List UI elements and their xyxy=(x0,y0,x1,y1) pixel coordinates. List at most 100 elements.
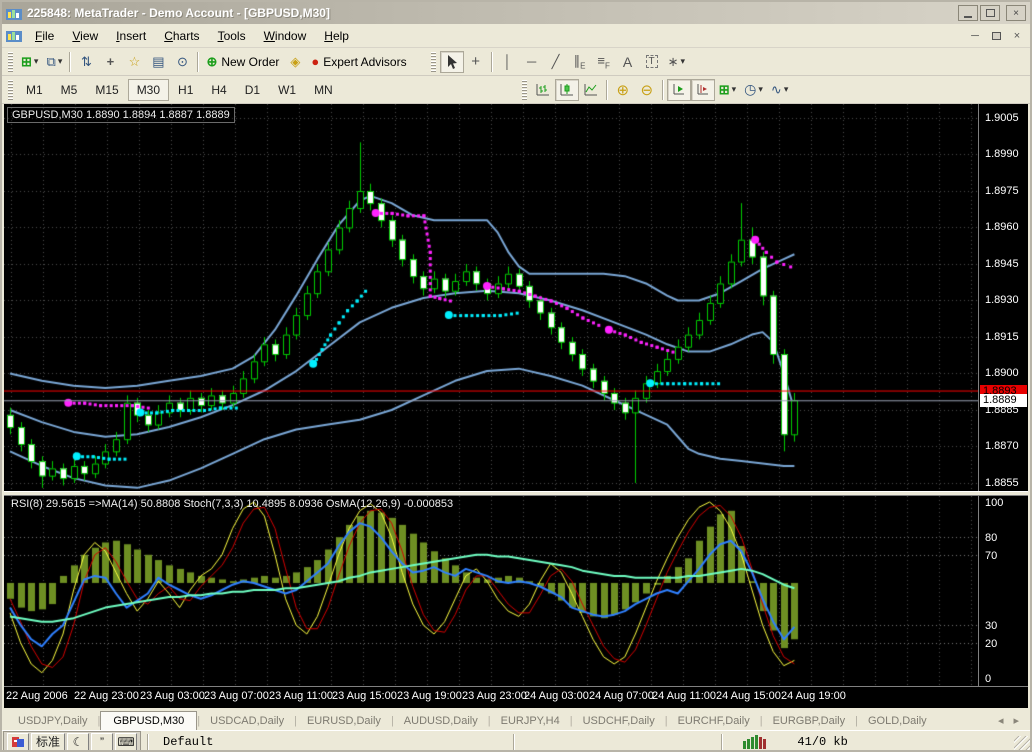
mdi-restore-button[interactable] xyxy=(987,28,1005,43)
toolbar-separator xyxy=(197,52,199,72)
timeframe-mn[interactable]: MN xyxy=(305,79,342,101)
timeframe-d1[interactable]: D1 xyxy=(236,79,269,101)
time-axis[interactable]: 22 Aug 200622 Aug 23:0023 Aug 03:0023 Au… xyxy=(4,686,1028,706)
close-button[interactable]: × xyxy=(1006,5,1026,21)
ime-punctuation-button[interactable]: ” xyxy=(91,733,113,751)
ime-language-button[interactable] xyxy=(7,733,29,751)
terminal-button[interactable]: ▤ xyxy=(146,51,170,73)
tab-eurchf-daily[interactable]: EURCHF,Daily xyxy=(668,712,760,730)
new-chart-button[interactable]: ⊞▾ xyxy=(17,51,42,73)
toolbar-grip[interactable] xyxy=(8,52,13,72)
app-logo-icon xyxy=(6,6,22,20)
tab-scroll-left-icon[interactable]: ◂ xyxy=(993,714,1009,730)
indicator-axis-label: 70 xyxy=(985,550,997,562)
price-axis-label: 1.8960 xyxy=(985,221,1019,233)
crosshair-tool-button[interactable]: + xyxy=(464,51,488,73)
menu-file[interactable]: File xyxy=(26,26,63,46)
menu-insert[interactable]: Insert xyxy=(107,26,155,46)
menu-tools[interactable]: Tools xyxy=(209,26,255,46)
periods-button[interactable]: ◷▾ xyxy=(740,79,767,101)
menu-help[interactable]: Help xyxy=(315,26,358,46)
toolbar-grip[interactable] xyxy=(522,80,527,100)
timeframe-m30[interactable]: M30 xyxy=(128,79,169,101)
indicator-axis[interactable]: 100807030200 xyxy=(978,496,1028,686)
mdi-close-button[interactable]: × xyxy=(1008,28,1026,43)
text-tool-button[interactable]: A xyxy=(616,51,640,73)
menu-window[interactable]: Window xyxy=(255,26,316,46)
text-label-tool-button[interactable]: T xyxy=(640,51,664,73)
menu-bar: FileViewInsertChartsToolsWindowHelp ─ × xyxy=(2,24,1030,48)
ime-softkeyboard-button[interactable]: ⌨ xyxy=(115,733,137,751)
timeframe-buttons: M1M5M15M30H1H4D1W1MN xyxy=(17,79,342,101)
timeframe-m1[interactable]: M1 xyxy=(17,79,52,101)
main-price-pane: GBPUSD,M30 1.8890 1.8894 1.8887 1.8889 xyxy=(4,104,978,491)
restore-button[interactable] xyxy=(980,5,1000,21)
minimize-button[interactable] xyxy=(958,5,978,21)
toolbar-grip[interactable] xyxy=(431,52,436,72)
price-axis[interactable]: 1.90051.89901.89751.89601.89451.89301.89… xyxy=(978,104,1028,491)
expert-advisors-button[interactable]: ●Expert Advisors xyxy=(307,51,410,73)
horizontal-line-tool-button[interactable]: ─ xyxy=(520,51,544,73)
zoom-out-button[interactable]: ⊖ xyxy=(635,79,659,101)
toolbar-grip[interactable] xyxy=(8,80,13,100)
tab-usdchf-daily[interactable]: USDCHF,Daily xyxy=(573,712,665,730)
time-axis-label: 23 Aug 19:00 xyxy=(397,690,462,702)
ime-mode-button[interactable]: 标准 xyxy=(31,733,65,751)
indicators-button[interactable]: ⊞▾ xyxy=(715,79,740,101)
tab-gbpusd-m30[interactable]: GBPUSD,M30 xyxy=(100,711,197,730)
fibonacci-tool-button[interactable]: ≡F xyxy=(592,51,616,73)
time-axis-label: 23 Aug 11:00 xyxy=(269,690,333,702)
chevron-down-icon: ▾ xyxy=(732,84,737,95)
ime-fullhalf-button[interactable]: ☾ xyxy=(67,733,89,751)
tester-icon: ⊙ xyxy=(177,54,188,70)
market-watch-button[interactable]: ⇅ xyxy=(74,51,98,73)
timeframe-h4[interactable]: H4 xyxy=(202,79,235,101)
indicator-axis-label: 20 xyxy=(985,638,997,650)
timeframe-m5[interactable]: M5 xyxy=(52,79,87,101)
strategy-tester-button[interactable]: ⊙ xyxy=(170,51,194,73)
channel-tool-button[interactable]: ∥E xyxy=(568,51,592,73)
expert-advisors-label: Expert Advisors xyxy=(323,55,406,69)
trendline-tool-button[interactable]: ╱ xyxy=(544,51,568,73)
tab-usdcad-daily[interactable]: USDCAD,Daily xyxy=(200,712,294,730)
menu-charts[interactable]: Charts xyxy=(155,26,208,46)
data-window-button[interactable]: + xyxy=(98,51,122,73)
arrows-tool-button[interactable]: ∗▾ xyxy=(664,51,689,73)
timeframe-m15[interactable]: M15 xyxy=(86,79,127,101)
main-chart-canvas[interactable] xyxy=(4,104,978,491)
candlestick-chart-button[interactable] xyxy=(555,79,579,101)
tab-eurgbp-daily[interactable]: EURGBP,Daily xyxy=(763,712,856,730)
traffic-status: 41/0 kb xyxy=(797,735,847,749)
tab-scroll-right-icon[interactable]: ▸ xyxy=(1008,714,1024,730)
tab-gold-daily[interactable]: GOLD,Daily xyxy=(858,712,937,730)
navigator-button[interactable]: ☆ xyxy=(122,51,146,73)
time-axis-label: 23 Aug 15:00 xyxy=(332,690,397,702)
tab-usdjpy-daily[interactable]: USDJPY,Daily xyxy=(8,712,98,730)
new-order-button[interactable]: ⊕New Order xyxy=(202,51,283,73)
metaeditor-button[interactable]: ◈ xyxy=(283,51,307,73)
status-separator xyxy=(513,734,515,750)
line-chart-button[interactable] xyxy=(579,79,603,101)
mdi-restore-icon xyxy=(992,32,1001,40)
menu-view[interactable]: View xyxy=(63,26,107,46)
navigator-star-icon: ☆ xyxy=(129,54,141,70)
timeframe-w1[interactable]: W1 xyxy=(269,79,305,101)
chart-shift-button[interactable] xyxy=(691,79,715,101)
tab-eurjpy-h4[interactable]: EURJPY,H4 xyxy=(491,712,570,730)
cursor-tool-button[interactable] xyxy=(440,51,464,73)
bar-chart-button[interactable] xyxy=(531,79,555,101)
tab-eurusd-daily[interactable]: EURUSD,Daily xyxy=(297,712,391,730)
mdi-minimize-button[interactable]: ─ xyxy=(966,28,984,43)
timeframe-h1[interactable]: H1 xyxy=(169,79,202,101)
vertical-line-tool-button[interactable]: │ xyxy=(496,51,520,73)
indicator-pane: RSI(8) 29.5615 =>MA(14) 50.8808 Stoch(7,… xyxy=(4,496,978,686)
tab-audusd-daily[interactable]: AUDUSD,Daily xyxy=(394,712,488,730)
indicator-canvas[interactable] xyxy=(4,496,978,686)
auto-scroll-button[interactable] xyxy=(667,79,691,101)
chevron-down-icon: ▾ xyxy=(34,56,39,67)
profiles-button[interactable]: ⧉▾ xyxy=(42,51,66,73)
status-separator xyxy=(721,734,723,750)
templates-button[interactable]: ∿▾ xyxy=(767,79,792,101)
zoom-in-button[interactable]: ⊕ xyxy=(611,79,635,101)
resize-grip[interactable] xyxy=(1014,736,1030,752)
